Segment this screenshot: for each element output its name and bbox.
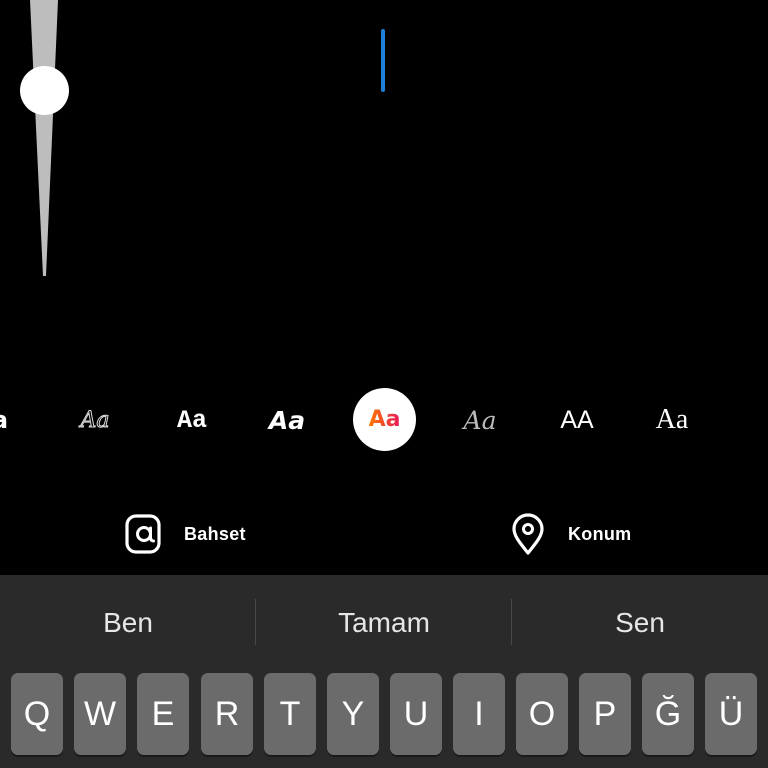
- mention-button[interactable]: Bahset: [122, 508, 246, 560]
- key-g-breve[interactable]: Ğ: [642, 673, 694, 755]
- keyboard-row-top: Q W E R T Y U I O P Ğ Ü: [0, 673, 768, 763]
- font-option-strong-italic[interactable]: Aa: [255, 388, 319, 452]
- font-option-serif[interactable]: Aa: [640, 388, 704, 452]
- font-option-bold-sans[interactable]: a: [0, 388, 20, 452]
- key-e[interactable]: E: [137, 673, 189, 755]
- key-t[interactable]: T: [264, 673, 316, 755]
- suggestion-bar: Ben Tamam Sen: [0, 575, 768, 670]
- location-pin-icon: [512, 513, 544, 555]
- font-option-selected-label: Aa: [368, 407, 401, 432]
- suggestion-2[interactable]: Tamam: [256, 575, 512, 670]
- text-cursor: [381, 29, 385, 92]
- location-label: Konum: [568, 523, 632, 544]
- key-y[interactable]: Y: [327, 673, 379, 755]
- suggestion-1[interactable]: Ben: [0, 575, 256, 670]
- location-button[interactable]: Konum: [506, 508, 632, 560]
- font-option-selected[interactable]: Aa: [353, 388, 416, 451]
- font-option-serif-italic[interactable]: Aa: [448, 388, 512, 452]
- font-option-script[interactable]: Aa: [63, 388, 127, 452]
- mention-label: Bahset: [184, 523, 246, 544]
- key-p[interactable]: P: [579, 673, 631, 755]
- key-q[interactable]: Q: [11, 673, 63, 755]
- font-option-caps[interactable]: AA: [545, 388, 609, 452]
- text-size-slider[interactable]: [0, 0, 90, 290]
- font-style-picker: a Aa Aa Aa Aa Aa AA Aa: [0, 388, 768, 452]
- key-o[interactable]: O: [516, 673, 568, 755]
- key-u-umlaut[interactable]: Ü: [705, 673, 757, 755]
- key-u[interactable]: U: [390, 673, 442, 755]
- slider-track: [30, 0, 58, 276]
- keyboard: Ben Tamam Sen Q W E R T Y U I O P Ğ Ü: [0, 575, 768, 768]
- key-r[interactable]: R: [201, 673, 253, 755]
- key-i[interactable]: I: [453, 673, 505, 755]
- suggestion-3[interactable]: Sen: [512, 575, 768, 670]
- font-option-typewriter[interactable]: Aa: [160, 388, 224, 452]
- at-icon: [125, 514, 161, 554]
- key-w[interactable]: W: [74, 673, 126, 755]
- slider-thumb[interactable]: [20, 66, 69, 115]
